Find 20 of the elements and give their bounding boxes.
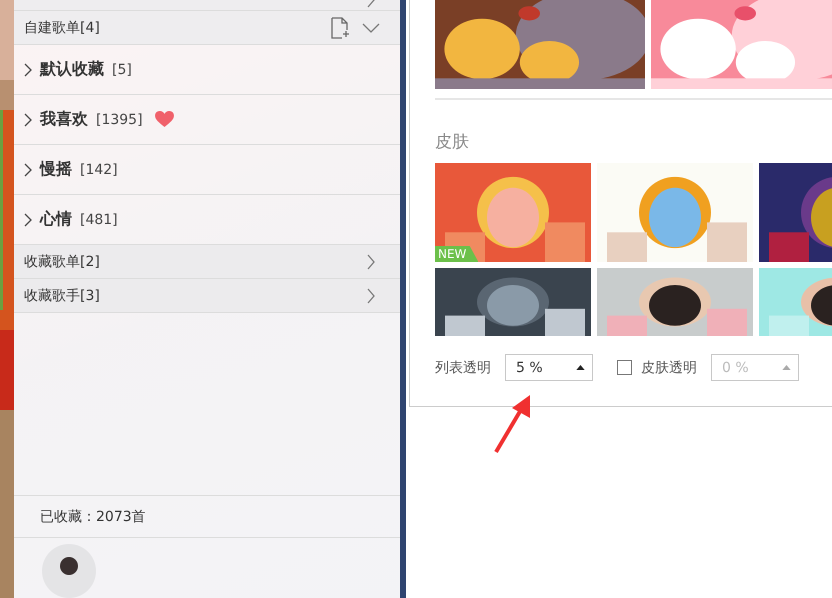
avatar[interactable]: [42, 544, 96, 598]
chevron-right-icon: [366, 254, 376, 270]
sidebar-item[interactable]: 收藏歌手[3]: [14, 279, 400, 313]
chevron-right-icon: [24, 162, 32, 176]
playlist-item[interactable]: 我喜欢 [1395]: [14, 95, 400, 145]
chevron-right-icon: [24, 62, 32, 76]
list-opacity-field[interactable]: 5 %: [505, 354, 593, 381]
new-badge: NEW: [435, 246, 478, 262]
chevron-down-icon[interactable]: [362, 22, 380, 32]
skin-opacity-label: 皮肤透明: [641, 358, 697, 376]
section-title: 自建歌单[4]: [24, 18, 101, 36]
caret-up-icon[interactable]: [576, 365, 585, 370]
chevron-right-icon: [24, 112, 32, 126]
chevron-right-icon: [366, 288, 376, 304]
sidebar-item[interactable]: 收藏歌单[2]: [14, 245, 400, 279]
chevron-right-icon: [24, 212, 32, 226]
new-playlist-icon[interactable]: [330, 16, 350, 38]
list-opacity-label: 列表透明: [435, 358, 491, 376]
collection-count: 已收藏：2073首: [40, 508, 146, 526]
section-title: 皮肤: [435, 131, 470, 153]
